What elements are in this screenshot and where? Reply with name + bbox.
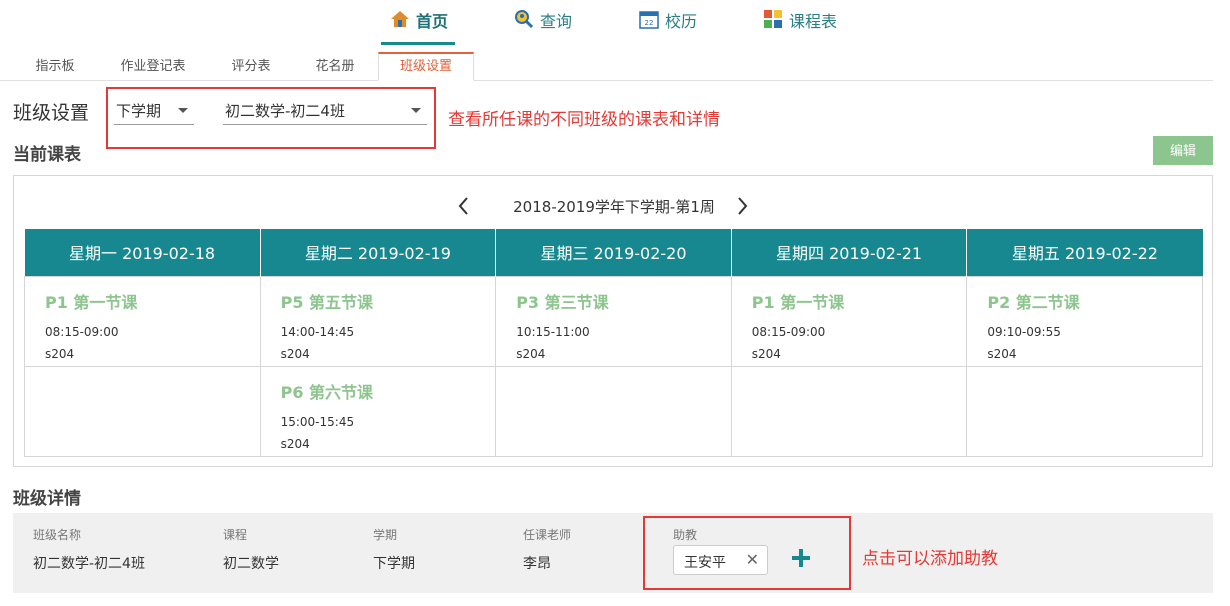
- schedule-cell: [966, 365, 1203, 457]
- search-person-icon: [514, 9, 534, 29]
- schedule-row: P6 第六节课 15:00-15:45 s204: [24, 365, 1203, 457]
- day-header: 星期二 2019-02-19: [260, 229, 497, 276]
- lesson-time: 08:15-09:00: [45, 324, 119, 339]
- lesson-room: s204: [280, 346, 310, 361]
- schedule-cell[interactable]: P5 第五节课 14:00-14:45 s204: [259, 275, 497, 367]
- day-header: 星期四 2019-02-21: [731, 229, 968, 276]
- lesson-name: P1 第一节课: [751, 292, 845, 312]
- home-icon: [390, 9, 410, 29]
- schedule-cell: [730, 365, 968, 457]
- lesson-card[interactable]: P6 第六节课 15:00-15:45 s204: [261, 367, 496, 451]
- tab-class-settings[interactable]: 班级设置: [378, 52, 474, 81]
- schedule-grid-icon: [763, 9, 783, 29]
- class-details-panel: 班级名称 初二数学-初二4班 课程 初二数学 学期 下学期 任课老师 李昂 助教…: [13, 513, 1213, 593]
- schedule-cell: [495, 365, 732, 457]
- lesson-time: 15:00-15:45: [280, 414, 355, 429]
- nav-home[interactable]: 首页: [390, 8, 448, 42]
- lesson-time: 09:10-09:55: [987, 324, 1061, 339]
- day-header: 星期五 2019-02-22: [966, 229, 1203, 276]
- next-week-button[interactable]: [732, 194, 752, 218]
- nav-home-label: 首页: [416, 12, 449, 31]
- day-header: 星期一 2019-02-18: [24, 229, 261, 276]
- sub-tabs: 指示板 作业登记表 评分表 花名册 班级设置: [0, 52, 1213, 81]
- nav-schedule-label: 课程表: [789, 12, 838, 31]
- lesson-card[interactable]: P3 第三节课 10:15-11:00 s204: [496, 277, 731, 361]
- lesson-room: s204: [987, 346, 1017, 361]
- lesson-card[interactable]: P2 第二节课 09:10-09:55 s204: [967, 277, 1202, 361]
- page-title: 班级设置: [13, 102, 90, 124]
- nav-calendar[interactable]: 22 校历: [639, 8, 697, 42]
- nav-calendar-label: 校历: [665, 12, 698, 31]
- lesson-name: P3 第三节课: [516, 292, 609, 312]
- lesson-room: s204: [751, 346, 781, 361]
- chevron-left-icon: [458, 197, 468, 215]
- lesson-time: 10:15-11:00: [516, 324, 590, 339]
- schedule-cell[interactable]: P6 第六节课 15:00-15:45 s204: [259, 365, 497, 457]
- lesson-card[interactable]: P1 第一节课 08:15-09:00 s204: [25, 277, 260, 361]
- lesson-time: 14:00-14:45: [280, 324, 355, 339]
- schedule-cell[interactable]: P2 第二节课 09:10-09:55 s204: [966, 275, 1203, 367]
- highlight-box-assistant: [643, 516, 851, 590]
- lesson-time: 08:15-09:00: [751, 324, 826, 339]
- schedule-cell[interactable]: P3 第三节课 10:15-11:00 s204: [495, 275, 732, 367]
- schedule-row: P1 第一节课 08:15-09:00 s204 P5 第五节课 14:00-14:45…: [24, 275, 1203, 367]
- day-header: 星期三 2019-02-20: [495, 229, 732, 276]
- class-name-value: 初二数学-初二4班: [33, 556, 145, 572]
- annotation-class-select: 查看所任课的不同班级的课表和详情: [448, 110, 720, 130]
- edit-button[interactable]: 编辑: [1153, 136, 1213, 165]
- lesson-room: s204: [516, 346, 546, 361]
- tab-gradebook[interactable]: 评分表: [216, 52, 286, 81]
- highlight-box-class-select: [106, 87, 436, 149]
- calendar-icon: 22: [639, 9, 659, 29]
- nav-schedule[interactable]: 课程表: [763, 8, 837, 42]
- lesson-name: P2 第二节课: [987, 292, 1080, 312]
- teacher-label: 任课老师: [523, 528, 572, 542]
- schedule-cell: [24, 365, 261, 457]
- lesson-name: P5 第五节课: [280, 292, 374, 312]
- prev-week-button[interactable]: [454, 194, 474, 218]
- class-name-label: 班级名称: [33, 528, 82, 542]
- nav-search[interactable]: 查询: [514, 8, 572, 42]
- tab-dashboard[interactable]: 指示板: [20, 52, 90, 81]
- lesson-card[interactable]: P5 第五节课 14:00-14:45 s204: [261, 277, 496, 361]
- lesson-name: P1 第一节课: [45, 292, 138, 312]
- week-navigator: 2018-2019学年下学期-第1周: [14, 194, 1214, 218]
- nav-search-label: 查询: [540, 12, 573, 31]
- class-details-title: 班级详情: [13, 489, 81, 509]
- course-label: 课程: [223, 528, 248, 542]
- week-label: 2018-2019学年下学期-第1周: [513, 198, 715, 216]
- lesson-card[interactable]: P1 第一节课 08:15-09:00 s204: [732, 277, 967, 361]
- current-schedule-title: 当前课表: [13, 145, 81, 165]
- annotation-assistant: 点击可以添加助教: [862, 549, 998, 569]
- schedule-cell[interactable]: P1 第一节课 08:15-09:00 s204: [730, 275, 968, 367]
- lesson-room: s204: [280, 436, 310, 451]
- term-label: 学期: [373, 528, 398, 542]
- schedule-panel: 2018-2019学年下学期-第1周 星期一 2019-02-18 星期二 201…: [13, 175, 1213, 467]
- course-value: 初二数学: [223, 556, 279, 572]
- nav-active-underline: [381, 42, 455, 45]
- tab-homework-register[interactable]: 作业登记表: [108, 52, 198, 81]
- term-value: 下学期: [373, 556, 415, 572]
- lesson-name: P6 第六节课: [280, 382, 374, 402]
- tab-roster[interactable]: 花名册: [300, 52, 370, 81]
- schedule-table: 星期一 2019-02-18 星期二 2019-02-19 星期三 2019-02-…: [24, 229, 1203, 457]
- chevron-right-icon: [738, 197, 748, 215]
- schedule-cell[interactable]: P1 第一节课 08:15-09:00 s204: [24, 275, 261, 367]
- teacher-value: 李昂: [523, 556, 551, 572]
- svg-text:22: 22: [645, 19, 654, 27]
- lesson-room: s204: [45, 346, 75, 361]
- top-nav: 首页 查询 22 校历 课程表: [0, 0, 1230, 48]
